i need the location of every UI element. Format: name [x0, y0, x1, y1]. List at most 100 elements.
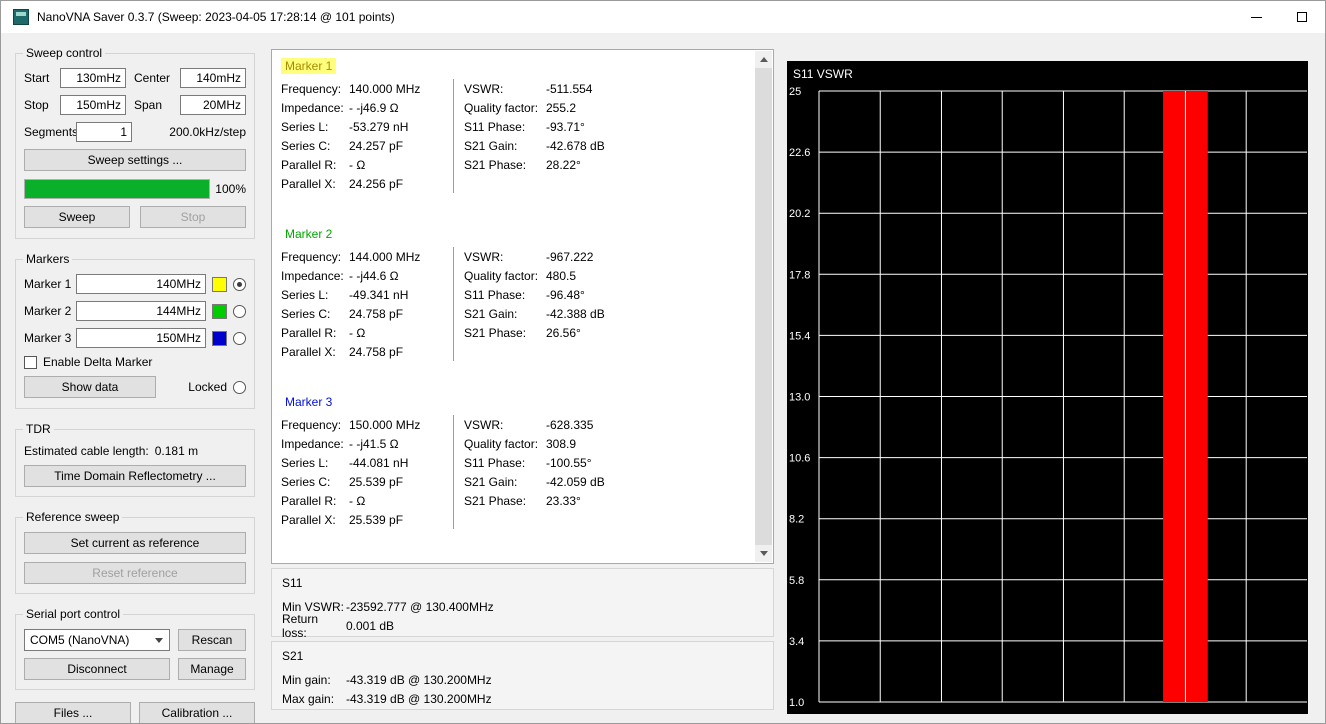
locked-radio[interactable]	[233, 380, 246, 394]
field-label: Frequency:	[281, 249, 342, 264]
summary-row: Min gain: -43.319 dB @ 130.200MHz	[282, 670, 763, 689]
field-label: Quality factor:	[464, 268, 539, 283]
marker-2-input[interactable]	[76, 301, 206, 321]
files-button[interactable]: Files ...	[15, 702, 131, 723]
sweep-button[interactable]: Sweep	[24, 206, 130, 228]
field-value: 308.9	[546, 436, 577, 451]
markers-title: Markers	[23, 252, 73, 266]
marker-1-details: Marker 1 Frequency: 140.000 MHz Impedanc…	[281, 58, 745, 193]
start-frequency-input[interactable]	[60, 68, 126, 88]
marker-3-details: Marker 3 Frequency: 150.000 MHz Impedanc…	[281, 394, 745, 529]
set-reference-button[interactable]: Set current as reference	[24, 532, 246, 554]
segments-input[interactable]	[76, 122, 132, 142]
summary-value: 0.001 dB	[346, 618, 395, 633]
enable-delta-marker-label: Enable Delta Marker	[43, 355, 153, 369]
marker-field-row: S11 Phase: -93.71°	[464, 117, 745, 136]
field-label: Quality factor:	[464, 100, 539, 115]
marker-field-row: Frequency: 140.000 MHz	[281, 79, 453, 98]
field-value: - Ω	[349, 325, 366, 340]
marker-field-row: Series C: 25.539 pF	[281, 472, 453, 491]
field-value: -93.71°	[546, 119, 585, 134]
serial-port-select[interactable]: COM5 (NanoVNA)	[24, 629, 170, 651]
scrollbar[interactable]	[755, 51, 772, 562]
s21-summary-title: S21	[282, 649, 304, 663]
marker-1-input[interactable]	[76, 274, 206, 294]
field-value: 28.22°	[546, 157, 581, 172]
marker-3-input[interactable]	[76, 328, 206, 348]
chart-canvas[interactable]: S11 VSWR 25 22.6 20.2 17.8 15.4 13.0 10.6 8.2 5.8…	[787, 61, 1308, 714]
marker-3-columns: Frequency: 150.000 MHz Impedance: - -j41…	[281, 415, 745, 529]
span-frequency-input[interactable]	[180, 95, 246, 115]
calibration-button[interactable]: Calibration ...	[139, 702, 255, 723]
field-label: Series L:	[281, 455, 329, 470]
disconnect-button[interactable]: Disconnect	[24, 658, 170, 680]
field-label: S11 Phase:	[464, 119, 526, 134]
arrow-up-icon	[759, 57, 768, 62]
summary-row: Return loss: 0.001 dB	[282, 612, 763, 640]
field-value: -42.678 dB	[546, 138, 605, 153]
marker-3-details-title: Marker 3	[285, 395, 333, 409]
marker-2-details: Marker 2 Frequency: 144.000 MHz Impedanc…	[281, 226, 745, 361]
sweep-settings-button[interactable]: Sweep settings ...	[24, 149, 246, 171]
summary-value: -23592.777 @ 130.400MHz	[346, 599, 494, 614]
marker-2-radio[interactable]	[233, 304, 246, 318]
show-data-row: Show data Locked	[24, 376, 246, 398]
cable-length-value: 0.181 m	[154, 444, 199, 458]
scroll-up-button[interactable]	[755, 51, 772, 68]
marker-field-row: Quality factor: 480.5	[464, 266, 745, 285]
field-value: 24.257 pF	[349, 138, 404, 153]
field-label: Series L:	[281, 287, 329, 302]
marker-1-color-swatch[interactable]	[212, 276, 227, 292]
marker-field-row: Frequency: 150.000 MHz	[281, 415, 453, 434]
field-label: S21 Phase:	[464, 493, 527, 508]
rescan-button[interactable]: Rescan	[178, 629, 246, 651]
tdr-group: TDR Estimated cable length: 0.181 m Time…	[15, 422, 255, 497]
enable-delta-marker-checkbox[interactable]	[24, 355, 37, 369]
summary-label: Min gain:	[282, 672, 331, 687]
show-data-button[interactable]: Show data	[24, 376, 156, 398]
marker-field-row: Impedance: - -j41.5 Ω	[281, 434, 453, 453]
marker-2-color-swatch[interactable]	[212, 303, 227, 319]
maximize-button[interactable]	[1279, 1, 1325, 33]
marker-3-right-column: VSWR: -628.335 Quality factor: 308.9 S11…	[464, 415, 745, 529]
tdr-button[interactable]: Time Domain Reflectometry ...	[24, 465, 246, 487]
field-label: S11 Phase:	[464, 287, 526, 302]
marker-field-row: VSWR: -967.222	[464, 247, 745, 266]
marker-field-row: S21 Gain: -42.059 dB	[464, 472, 745, 491]
reset-reference-button: Reset reference	[24, 562, 246, 584]
column-divider	[453, 415, 454, 529]
field-value: - -j41.5 Ω	[349, 436, 399, 451]
marker-field-row: Frequency: 144.000 MHz	[281, 247, 453, 266]
scroll-track[interactable]	[755, 68, 772, 545]
marker-2-label: Marker 2	[24, 304, 72, 318]
start-label: Start	[24, 71, 50, 85]
scroll-thumb[interactable]	[755, 68, 772, 545]
summary-value: -43.319 dB @ 130.200MHz	[346, 691, 492, 706]
svg-text:8.2: 8.2	[789, 514, 804, 526]
field-label: VSWR:	[464, 417, 504, 432]
field-label: S21 Gain:	[464, 306, 518, 321]
marker-field-row: Parallel R: - Ω	[281, 155, 453, 174]
marker-3-color-swatch[interactable]	[212, 330, 227, 346]
scroll-down-button[interactable]	[755, 545, 772, 562]
field-value: -53.279 nH	[349, 119, 409, 134]
center-label: Center	[134, 71, 171, 85]
field-value: 24.758 pF	[349, 344, 404, 359]
marker-field-row: VSWR: -511.554	[464, 79, 745, 98]
field-label: S21 Gain:	[464, 474, 518, 489]
sweep-progress-bar	[24, 179, 211, 199]
marker-1-radio[interactable]	[233, 277, 246, 291]
stop-frequency-input[interactable]	[60, 95, 126, 115]
field-value: -49.341 nH	[349, 287, 409, 302]
manage-button[interactable]: Manage	[178, 658, 246, 680]
marker-1-label: Marker 1	[24, 277, 72, 291]
minimize-button[interactable]	[1233, 1, 1279, 33]
field-value: -44.081 nH	[349, 455, 409, 470]
marker-field-row: Series L: -49.341 nH	[281, 285, 453, 304]
s11-vswr-chart[interactable]: S11 VSWR 25 22.6 20.2 17.8 15.4 13.0 10.6 8.2 5.8…	[787, 61, 1308, 723]
field-value: 23.33°	[546, 493, 581, 508]
window-title: NanoVNA Saver 0.3.7 (Sweep: 2023-04-05 1…	[37, 10, 395, 24]
marker-3-radio[interactable]	[233, 331, 246, 345]
progress-percent-text: 100%	[215, 182, 246, 196]
center-frequency-input[interactable]	[180, 68, 246, 88]
